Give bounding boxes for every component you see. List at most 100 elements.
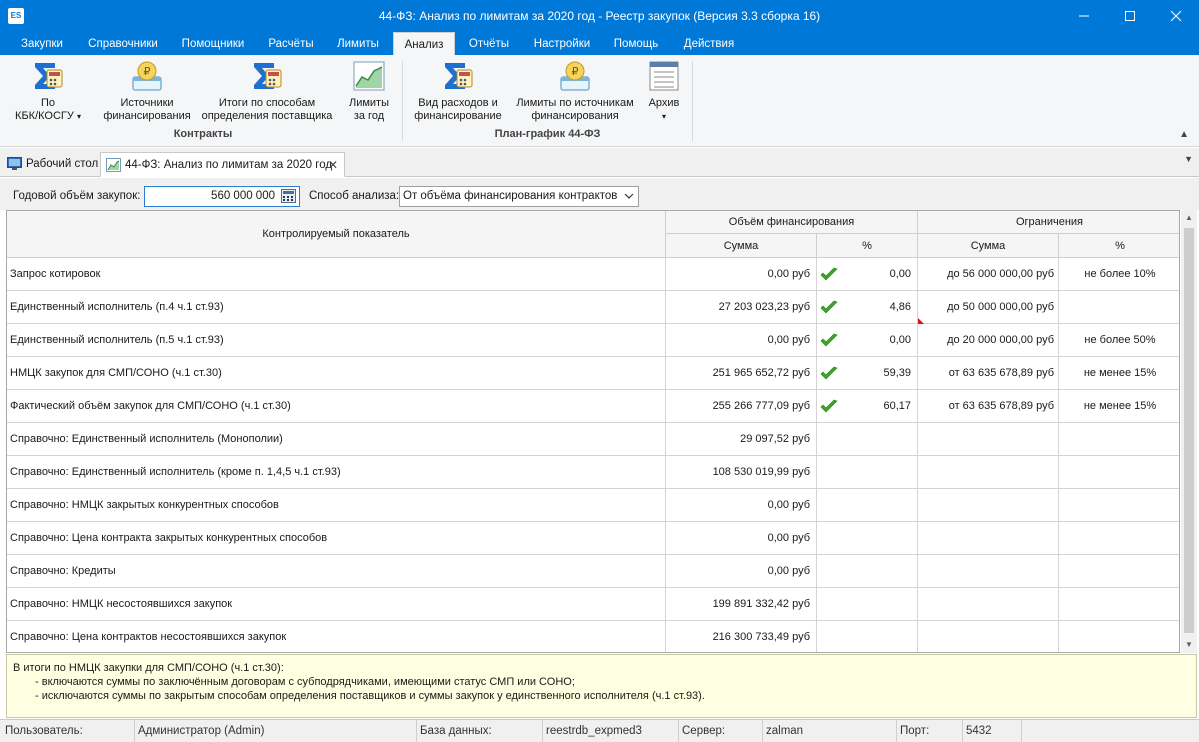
menu-deystviya[interactable]: Действия bbox=[673, 32, 745, 55]
table-row[interactable]: Запрос котировок 0,00 руб 0,00 до 56 000 00… bbox=[7, 258, 1179, 291]
table-row[interactable]: Единственный исполнитель (п.5 ч.1 ст.93)… bbox=[7, 324, 1179, 357]
indicator-cell[interactable]: Справочно: Единственный исполнитель (Мон… bbox=[7, 423, 666, 456]
indicator-cell[interactable]: Справочно: Цена контракта закрытых конку… bbox=[7, 522, 666, 555]
limit-sum-cell[interactable]: до 20 000 000,00 руб bbox=[918, 324, 1059, 357]
financing-pct-cell[interactable] bbox=[817, 522, 918, 555]
maximize-button[interactable] bbox=[1107, 0, 1153, 32]
table-scrollbar[interactable]: ▲ ▼ bbox=[1181, 210, 1197, 653]
financing-sum-cell[interactable]: 0,00 руб bbox=[666, 258, 817, 291]
header-fin-sum[interactable]: Сумма bbox=[666, 234, 817, 258]
limit-pct-cell[interactable] bbox=[1059, 489, 1179, 522]
financing-pct-cell[interactable] bbox=[817, 489, 918, 522]
ribbon-button-istochniki[interactable]: ₽ Источники финансирования bbox=[97, 59, 197, 123]
limit-pct-cell[interactable] bbox=[1059, 555, 1179, 588]
financing-pct-cell[interactable] bbox=[817, 555, 918, 588]
indicator-cell[interactable]: Справочно: Кредиты bbox=[7, 555, 666, 588]
indicator-cell[interactable]: НМЦК закупок для СМП/СОНО (ч.1 ст.30) bbox=[7, 357, 666, 390]
menu-spravochniki[interactable]: Справочники bbox=[80, 32, 166, 55]
indicator-cell[interactable]: Фактический объём закупок для СМП/СОНО (… bbox=[7, 390, 666, 423]
header-financing[interactable]: Объём финансирования bbox=[666, 211, 918, 234]
tab-analiz-po-limitam[interactable]: 44-ФЗ: Анализ по лимитам за 2020 год ✕ bbox=[100, 152, 345, 177]
minimize-button[interactable] bbox=[1061, 0, 1107, 32]
table-row[interactable]: Справочно: Кредиты 0,00 руб bbox=[7, 555, 1179, 588]
limit-sum-cell[interactable]: до 50 000 000,00 руб bbox=[918, 291, 1059, 324]
volume-input[interactable]: 560 000 000 bbox=[144, 186, 300, 207]
ribbon-button-kbk-kosgu[interactable]: По КБК/КОСГУ ▾ bbox=[8, 59, 88, 123]
limit-sum-cell[interactable] bbox=[918, 522, 1059, 555]
financing-pct-cell[interactable] bbox=[817, 456, 918, 489]
financing-pct-cell[interactable]: 60,17 bbox=[817, 390, 918, 423]
scroll-up-icon[interactable]: ▲ bbox=[1181, 210, 1197, 226]
limit-sum-cell[interactable] bbox=[918, 456, 1059, 489]
limit-sum-cell[interactable] bbox=[918, 555, 1059, 588]
limit-sum-cell[interactable] bbox=[918, 588, 1059, 621]
scroll-down-icon[interactable]: ▼ bbox=[1181, 637, 1197, 653]
financing-pct-cell[interactable] bbox=[817, 423, 918, 456]
financing-pct-cell[interactable]: 0,00 bbox=[817, 324, 918, 357]
table-row[interactable]: Справочно: Единственный исполнитель (кро… bbox=[7, 456, 1179, 489]
financing-sum-cell[interactable]: 216 300 733,49 руб bbox=[666, 621, 817, 652]
limit-sum-cell[interactable] bbox=[918, 621, 1059, 652]
limit-sum-cell[interactable]: от 63 635 678,89 руб bbox=[918, 357, 1059, 390]
financing-sum-cell[interactable]: 0,00 руб bbox=[666, 522, 817, 555]
limit-pct-cell[interactable]: не менее 15% bbox=[1059, 390, 1179, 423]
table-row[interactable]: Единственный исполнитель (п.4 ч.1 ст.93)… bbox=[7, 291, 1179, 324]
limit-pct-cell[interactable]: не менее 15% bbox=[1059, 357, 1179, 390]
table-row[interactable]: Справочно: НМЦК закрытых конкурентных сп… bbox=[7, 489, 1179, 522]
table-row[interactable]: Фактический объём закупок для СМП/СОНО (… bbox=[7, 390, 1179, 423]
indicator-cell[interactable]: Единственный исполнитель (п.5 ч.1 ст.93) bbox=[7, 324, 666, 357]
financing-pct-cell[interactable]: 0,00 bbox=[817, 258, 918, 291]
menu-otchety[interactable]: Отчёты bbox=[460, 32, 518, 55]
calculator-icon[interactable] bbox=[281, 189, 296, 203]
limit-pct-cell[interactable] bbox=[1059, 621, 1179, 652]
scrollbar-thumb[interactable] bbox=[1184, 228, 1194, 633]
limit-sum-cell[interactable] bbox=[918, 423, 1059, 456]
table-row[interactable]: НМЦК закупок для СМП/СОНО (ч.1 ст.30) 251… bbox=[7, 357, 1179, 390]
table-row[interactable]: Справочно: НМЦК несостоявшихся закупок 19… bbox=[7, 588, 1179, 621]
close-window-button[interactable] bbox=[1153, 0, 1199, 32]
indicator-cell[interactable]: Единственный исполнитель (п.4 ч.1 ст.93) bbox=[7, 291, 666, 324]
limit-pct-cell[interactable] bbox=[1059, 456, 1179, 489]
ribbon-button-itogi-sposoby[interactable]: Итоги по способам определения поставщика bbox=[198, 59, 336, 123]
limit-pct-cell[interactable]: не более 10% bbox=[1059, 258, 1179, 291]
financing-sum-cell[interactable]: 255 266 777,09 руб bbox=[666, 390, 817, 423]
method-select[interactable]: От объёма финансирования контрактов bbox=[399, 186, 639, 207]
financing-sum-cell[interactable]: 0,00 руб bbox=[666, 555, 817, 588]
ribbon-button-vid-raskhodov[interactable]: Вид расходов и финансирование bbox=[410, 59, 506, 123]
header-lim-sum[interactable]: Сумма bbox=[918, 234, 1059, 258]
indicator-cell[interactable]: Справочно: НМЦК закрытых конкурентных сп… bbox=[7, 489, 666, 522]
ribbon-button-limity-za-god[interactable]: Лимиты за год bbox=[340, 59, 398, 123]
menu-nastroyki[interactable]: Настройки bbox=[525, 32, 599, 55]
financing-sum-cell[interactable]: 27 203 023,23 руб bbox=[666, 291, 817, 324]
indicator-cell[interactable]: Запрос котировок bbox=[7, 258, 666, 291]
menu-zakupki[interactable]: Закупки bbox=[10, 32, 74, 55]
menu-raschety[interactable]: Расчёты bbox=[260, 32, 322, 55]
header-indicator[interactable]: Контролируемый показатель bbox=[7, 211, 666, 258]
limit-pct-cell[interactable] bbox=[1059, 423, 1179, 456]
tab-rabochiy-stol[interactable]: Рабочий стол bbox=[2, 152, 100, 177]
financing-sum-cell[interactable]: 108 530 019,99 руб bbox=[666, 456, 817, 489]
header-lim-pct[interactable]: % bbox=[1059, 234, 1179, 258]
limit-sum-cell[interactable] bbox=[918, 489, 1059, 522]
indicator-cell[interactable]: Справочно: Единственный исполнитель (кро… bbox=[7, 456, 666, 489]
ribbon-collapse-icon[interactable]: ▲ bbox=[1179, 129, 1189, 140]
limit-pct-cell[interactable]: не более 50% bbox=[1059, 324, 1179, 357]
limit-pct-cell[interactable] bbox=[1059, 291, 1179, 324]
financing-sum-cell[interactable]: 199 891 332,42 руб bbox=[666, 588, 817, 621]
financing-sum-cell[interactable]: 0,00 руб bbox=[666, 324, 817, 357]
menu-pomoshchniki[interactable]: Помощники bbox=[172, 32, 254, 55]
limit-pct-cell[interactable] bbox=[1059, 522, 1179, 555]
tabs-dropdown-icon[interactable]: ▼ bbox=[1184, 154, 1193, 164]
limit-pct-cell[interactable] bbox=[1059, 588, 1179, 621]
menu-analiz[interactable]: Анализ bbox=[393, 32, 455, 55]
financing-sum-cell[interactable]: 251 965 652,72 руб bbox=[666, 357, 817, 390]
table-row[interactable]: Справочно: Цена контракта закрытых конку… bbox=[7, 522, 1179, 555]
table-row[interactable]: Справочно: Цена контрактов несостоявшихс… bbox=[7, 621, 1179, 652]
header-fin-pct[interactable]: % bbox=[817, 234, 918, 258]
table-row[interactable]: Справочно: Единственный исполнитель (Мон… bbox=[7, 423, 1179, 456]
limit-sum-cell[interactable]: от 63 635 678,89 руб bbox=[918, 390, 1059, 423]
indicator-cell[interactable]: Справочно: Цена контрактов несостоявшихс… bbox=[7, 621, 666, 652]
indicator-cell[interactable]: Справочно: НМЦК несостоявшихся закупок bbox=[7, 588, 666, 621]
ribbon-button-limity-po-istochnikam[interactable]: ₽ Лимиты по источникам финансирования bbox=[510, 59, 640, 123]
menu-limity[interactable]: Лимиты bbox=[330, 32, 386, 55]
